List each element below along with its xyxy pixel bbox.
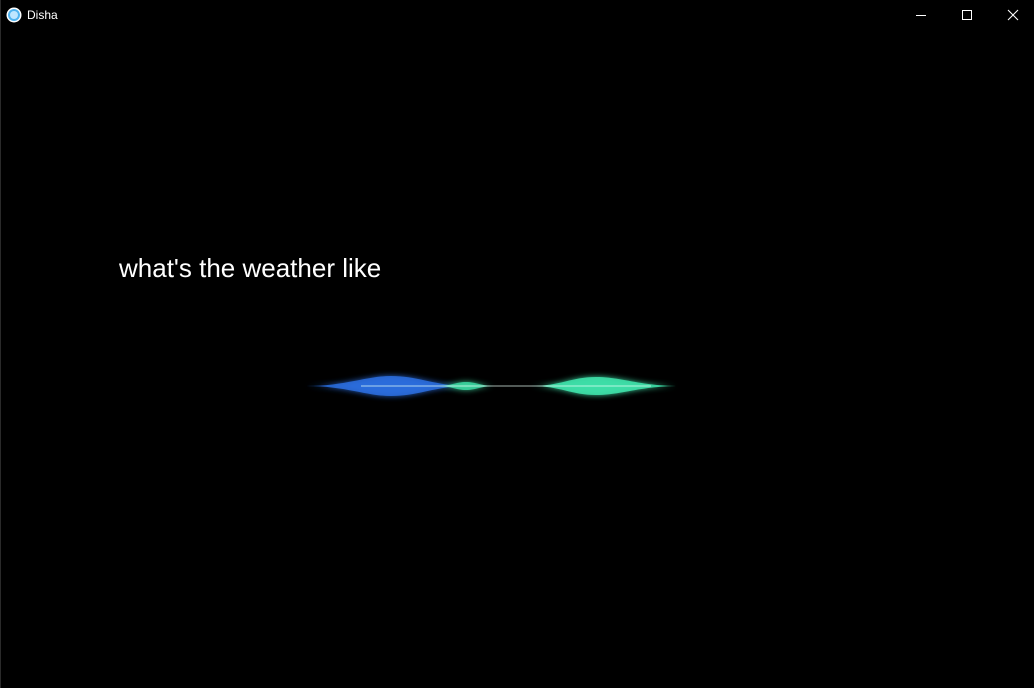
close-button[interactable] [990,0,1034,30]
voice-waveform [131,376,911,396]
assistant-orb-icon [6,7,22,23]
minimize-icon [916,15,926,16]
app-window: Disha what's the weather like [0,0,1034,688]
minimize-button[interactable] [898,0,944,30]
close-icon [1007,9,1019,21]
title-bar[interactable]: Disha [1,0,1034,30]
recognized-query-text: what's the weather like [119,253,382,283]
maximize-button[interactable] [944,0,990,30]
maximize-icon [962,10,972,20]
window-title: Disha [27,8,58,22]
